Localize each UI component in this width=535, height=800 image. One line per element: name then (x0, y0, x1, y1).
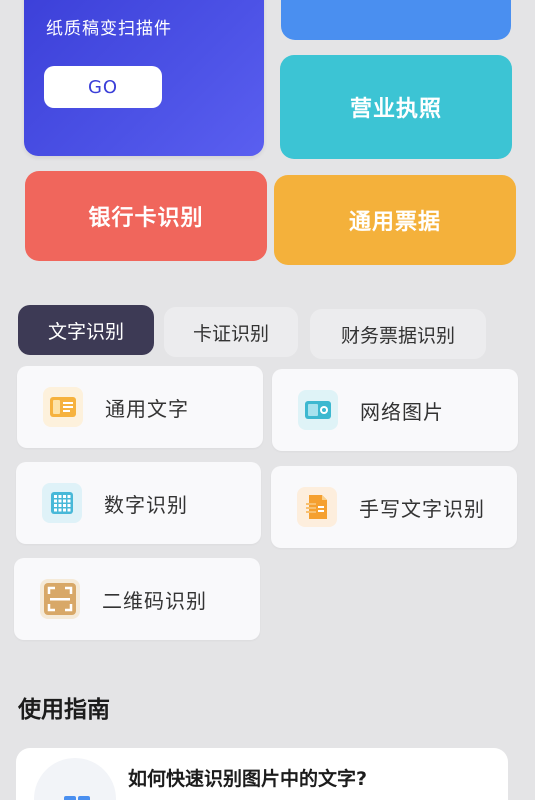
tab-text-recognition[interactable]: 文字识别 (18, 305, 154, 355)
feature-label: 通用文字 (105, 396, 189, 421)
feature-label: 手写文字识别 (359, 496, 485, 521)
qr-scan-icon (40, 579, 80, 619)
business-license-card[interactable]: 营业执照 (280, 55, 512, 159)
guide-item-card[interactable]: 如何快速识别图片中的文字? (16, 748, 508, 800)
scan-document-card[interactable]: 纸质稿变扫描件 GO (24, 0, 264, 156)
book-icon (34, 758, 116, 800)
bank-card-label: 银行卡识别 (88, 206, 204, 231)
feature-web-image[interactable]: 网络图片 (272, 369, 518, 451)
general-receipt-card[interactable]: 通用票据 (274, 175, 516, 265)
top-right-card[interactable] (281, 0, 511, 40)
tab-finance-receipt-recognition[interactable]: 财务票据识别 (310, 309, 486, 359)
handwriting-icon (297, 487, 337, 527)
general-receipt-label: 通用票据 (348, 210, 441, 235)
tab-card-recognition[interactable]: 卡证识别 (164, 307, 298, 357)
text-document-icon (43, 387, 83, 427)
guide-section-title: 使用指南 (18, 697, 110, 723)
scan-card-subtitle: 纸质稿变扫描件 (46, 19, 172, 39)
feature-number-recognition[interactable]: 数字识别 (16, 462, 261, 544)
feature-label: 网络图片 (360, 399, 444, 424)
feature-general-text[interactable]: 通用文字 (17, 366, 263, 448)
feature-qr-code-recognition[interactable]: 二维码识别 (14, 558, 260, 640)
go-button[interactable]: GO (44, 66, 162, 108)
bank-card-recognition-card[interactable]: 银行卡识别 (25, 171, 267, 261)
number-grid-icon (42, 483, 82, 523)
feature-handwriting-recognition[interactable]: 手写文字识别 (271, 466, 517, 548)
feature-label: 二维码识别 (102, 588, 207, 613)
business-license-label: 营业执照 (349, 97, 442, 122)
feature-label: 数字识别 (104, 492, 188, 517)
guide-item-title: 如何快速识别图片中的文字? (128, 768, 368, 790)
web-image-icon (298, 390, 338, 430)
